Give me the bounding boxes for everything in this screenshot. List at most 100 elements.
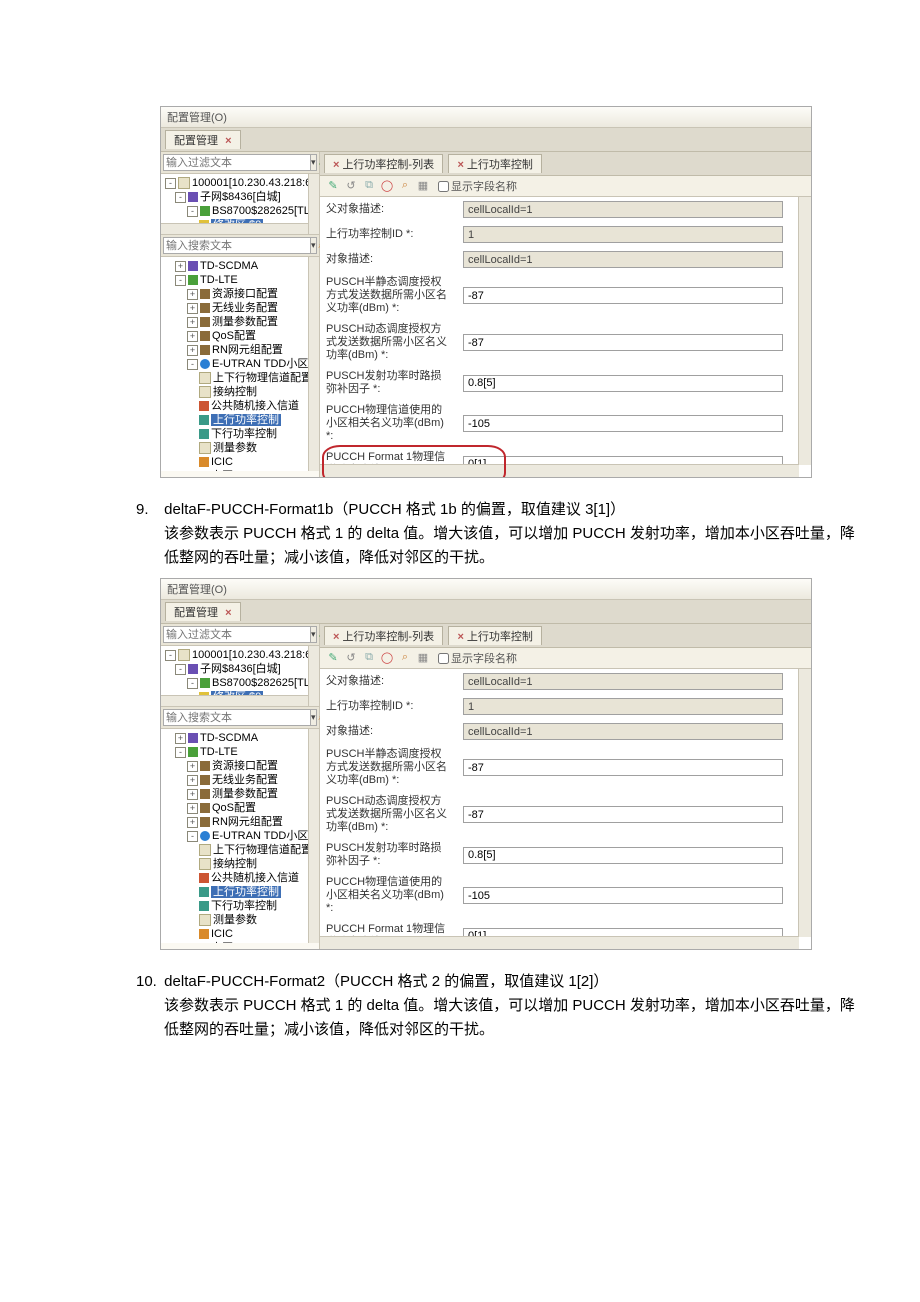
field-label: PUSCH发射功率时路损弥补因子 *: (320, 838, 457, 872)
tree-item[interactable]: 上行功率控制 (165, 885, 317, 899)
scrollbar-h[interactable] (320, 936, 799, 949)
tree-item[interactable]: +TD-SCDMA (165, 259, 317, 273)
dropdown-icon[interactable]: ▾ (310, 626, 317, 643)
network-tree[interactable]: -100001[10.230.43.218:64099] -子网$8436[白城… (161, 174, 319, 235)
grid-icon[interactable]: ▦ (416, 651, 430, 665)
tree-bs[interactable]: BS8700$282625[TL][BCTN (212, 205, 319, 217)
close-icon[interactable]: × (225, 607, 231, 619)
copy-icon[interactable]: ⧉ (362, 179, 376, 193)
filter-input[interactable] (163, 626, 311, 643)
tree-item[interactable]: 下行功率控制 (165, 899, 317, 913)
tree-root[interactable]: 100001[10.230.43.218:64099] (192, 649, 319, 661)
edit-icon[interactable]: ✎ (326, 651, 340, 665)
filter-input[interactable] (163, 154, 311, 171)
show-fieldname-checkbox[interactable]: 显示字段名称 (438, 178, 517, 194)
filter-row: ▾ ⇵ 🔍 (161, 152, 319, 174)
stop-icon[interactable]: ◯ (380, 651, 394, 665)
tree-item[interactable]: 测量参数 (165, 441, 317, 455)
close-icon[interactable]: × (225, 135, 231, 147)
show-fieldname-checkbox[interactable]: 显示字段名称 (438, 650, 517, 666)
field-label: 父对象描述: (320, 669, 457, 694)
search-input[interactable] (163, 237, 311, 254)
tree-subnet[interactable]: 子网$8436[白城] (200, 663, 281, 675)
tree-subnet[interactable]: 子网$8436[白城] (200, 191, 281, 203)
dropdown-icon[interactable]: ▾ (310, 237, 317, 254)
field-input[interactable] (463, 887, 783, 904)
scrollbar-v[interactable] (308, 646, 319, 706)
tree-item[interactable]: 小区QoS (165, 941, 317, 943)
tree-item[interactable]: 接纳控制 (165, 385, 317, 399)
tree-item[interactable]: 测量参数 (165, 913, 317, 927)
tree-item[interactable]: +测量参数配置 (165, 315, 317, 329)
stop-icon[interactable]: ◯ (380, 179, 394, 193)
tree-item[interactable]: ICIC (165, 927, 317, 941)
tree-item[interactable]: +资源接口配置 (165, 759, 317, 773)
tree-item[interactable]: 下行功率控制 (165, 427, 317, 441)
tree-root[interactable]: 100001[10.230.43.218:64099] (192, 177, 319, 189)
editor-tab-detail[interactable]: ×上行功率控制 (448, 154, 541, 173)
tree-item[interactable]: +资源接口配置 (165, 287, 317, 301)
tree-item[interactable]: -TD-LTE (165, 745, 317, 759)
field-input[interactable] (463, 847, 783, 864)
tree-item[interactable]: 上行功率控制 (165, 413, 317, 427)
tree-item[interactable]: 上下行物理信道配置 (165, 371, 317, 385)
tree-item[interactable]: ICIC (165, 455, 317, 469)
menubar[interactable]: 配置管理(O) (161, 107, 811, 128)
editor-tab-list[interactable]: ×上行功率控制-列表 (324, 626, 443, 645)
edit-icon[interactable]: ✎ (326, 179, 340, 193)
tree-item[interactable]: +RN网元组配置 (165, 815, 317, 829)
scrollbar-v[interactable] (308, 729, 319, 943)
scrollbar-v[interactable] (798, 669, 811, 937)
scrollbar-h[interactable] (320, 464, 799, 477)
form-row: 上行功率控制ID *: (320, 694, 811, 719)
field-input[interactable] (463, 415, 783, 432)
tree-item[interactable]: +RN网元组配置 (165, 343, 317, 357)
tree-item[interactable]: 小区QoS (165, 469, 317, 471)
field-input[interactable] (463, 759, 783, 776)
scrollbar-v[interactable] (308, 257, 319, 471)
field-input[interactable] (463, 375, 783, 392)
tree-bs[interactable]: BS8700$282625[TL][BCTN (212, 677, 319, 689)
field-input[interactable] (463, 287, 783, 304)
scrollbar-v[interactable] (798, 197, 811, 465)
tree-item[interactable]: +无线业务配置 (165, 301, 317, 315)
find-icon[interactable]: ⌕ (398, 651, 412, 665)
menubar[interactable]: 配置管理(O) (161, 579, 811, 600)
tree-item[interactable]: 上下行物理信道配置 (165, 843, 317, 857)
dropdown-icon[interactable]: ▾ (310, 709, 317, 726)
grid-icon[interactable]: ▦ (416, 179, 430, 193)
tree-item[interactable]: +测量参数配置 (165, 787, 317, 801)
editor-tab-detail[interactable]: ×上行功率控制 (448, 626, 541, 645)
scrollbar-h[interactable] (161, 223, 309, 234)
tree-item[interactable]: +QoS配置 (165, 801, 317, 815)
tree-item[interactable]: +无线业务配置 (165, 773, 317, 787)
view-tab[interactable]: 配置管理 × (165, 602, 241, 621)
undo-icon[interactable]: ↺ (344, 179, 358, 193)
dropdown-icon[interactable]: ▾ (310, 154, 317, 171)
tree-item[interactable]: 公共随机接入信道 (165, 399, 317, 413)
config-tree[interactable]: +TD-SCDMA-TD-LTE+资源接口配置+无线业务配置+测量参数配置+Qo… (161, 729, 319, 943)
copy-icon[interactable]: ⧉ (362, 651, 376, 665)
tree-item[interactable]: 接纳控制 (165, 857, 317, 871)
undo-icon[interactable]: ↺ (344, 651, 358, 665)
find-icon[interactable]: ⌕ (398, 179, 412, 193)
tree-item[interactable]: -E-UTRAN TDD小区 (165, 357, 317, 371)
tree-item[interactable]: +QoS配置 (165, 329, 317, 343)
config-tree[interactable]: +TD-SCDMA-TD-LTE+资源接口配置+无线业务配置+测量参数配置+Qo… (161, 257, 319, 471)
field-label: PUSCH半静态调度授权方式发送数据所需小区名义功率(dBm) *: (320, 744, 457, 791)
tree-item[interactable]: -TD-LTE (165, 273, 317, 287)
editor-tab-list[interactable]: ×上行功率控制-列表 (324, 154, 443, 173)
search-input[interactable] (163, 709, 311, 726)
scrollbar-v[interactable] (308, 174, 319, 234)
view-tab[interactable]: 配置管理 × (165, 130, 241, 149)
scrollbar-h[interactable] (161, 695, 309, 706)
field-label: 对象描述: (320, 247, 457, 272)
field-label: PUSCH半静态调度授权方式发送数据所需小区名义功率(dBm) *: (320, 272, 457, 319)
tree-item[interactable]: -E-UTRAN TDD小区 (165, 829, 317, 843)
field-input[interactable] (463, 806, 783, 823)
tree-item[interactable]: +TD-SCDMA (165, 731, 317, 745)
network-tree[interactable]: -100001[10.230.43.218:64099] -子网$8436[白城… (161, 646, 319, 707)
tree-item[interactable]: 公共随机接入信道 (165, 871, 317, 885)
field-input[interactable] (463, 334, 783, 351)
editor-tabbar: ×上行功率控制-列表 ×上行功率控制 (320, 624, 811, 648)
